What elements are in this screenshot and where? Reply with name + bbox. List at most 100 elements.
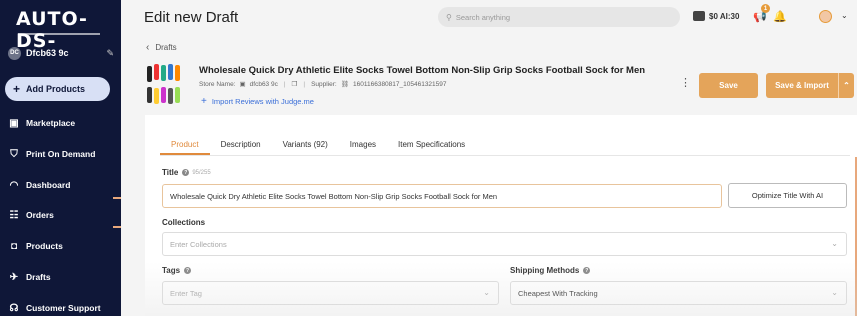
optimize-title-button[interactable]: Optimize Title With AI xyxy=(728,183,847,208)
product-tabs: Product Description Variants (92) Images… xyxy=(160,133,476,155)
sock-image xyxy=(154,64,159,80)
sock-image xyxy=(154,88,159,104)
tab-product[interactable]: Product xyxy=(160,133,210,155)
headset-icon: ☊ xyxy=(9,302,19,314)
wallet-icon xyxy=(693,11,705,21)
sidebar-item-label: Products xyxy=(26,241,63,251)
sock-image xyxy=(147,87,152,103)
info-icon[interactable]: ? xyxy=(182,169,190,176)
chevron-down-icon: ⌄ xyxy=(831,239,838,248)
tab-variants[interactable]: Variants (92) xyxy=(272,133,339,155)
tags-label: Tags ? xyxy=(162,266,192,275)
save-button[interactable]: Save xyxy=(699,73,758,98)
supplier-label: Supplier: xyxy=(311,80,337,88)
orders-icon: ☷ xyxy=(9,209,19,221)
tags-select[interactable]: Enter Tag ⌄ xyxy=(162,281,499,305)
sidebar-item-dashboard[interactable]: ◠ Dashboard xyxy=(8,176,118,194)
search-placeholder: Search anything xyxy=(455,12,511,22)
supplier-id[interactable]: 1601166380817_105461321597 xyxy=(353,81,447,88)
store-icon: ▣ xyxy=(9,117,19,129)
tab-images[interactable]: Images xyxy=(339,133,387,155)
product-thumbnail[interactable] xyxy=(143,63,185,107)
sock-image xyxy=(147,66,152,82)
sidebar-item-products[interactable]: ◘ Products xyxy=(8,237,118,255)
page-title: Edit new Draft xyxy=(144,9,239,26)
shipping-value: Cheapest With Tracking xyxy=(518,288,598,298)
chevron-down-icon[interactable]: ⌄ xyxy=(841,11,848,20)
title-input[interactable]: Wholesale Quick Dry Athletic Elite Socks… xyxy=(162,184,722,208)
breadcrumb-drafts[interactable]: Drafts xyxy=(155,43,176,52)
sidebar-item-drafts[interactable]: ✈ Drafts xyxy=(8,268,118,286)
import-reviews-link[interactable]: + Import Reviews with Judge.me xyxy=(201,96,314,107)
gauge-icon: ◠ xyxy=(9,179,19,191)
store-icon: ▣ xyxy=(239,81,246,88)
plus-icon: + xyxy=(13,82,21,96)
collections-label-text: Collections xyxy=(162,218,206,227)
chevron-up-icon[interactable]: ⌃ xyxy=(839,81,854,90)
sidebar-item-label: Customer Support xyxy=(26,303,101,313)
more-options-icon[interactable]: ⋮ xyxy=(680,76,691,89)
collections-placeholder: Enter Collections xyxy=(170,239,227,249)
add-products-button[interactable]: + Add Products xyxy=(5,77,110,101)
sidebar: AUTO-DS- DC Dfcb63 9c ✎ + Add Products ▣… xyxy=(0,0,121,316)
copy-icon[interactable]: ❐ xyxy=(292,80,298,88)
sidebar-item-print-on-demand[interactable]: ⛉ Print On Demand xyxy=(8,145,118,163)
collections-select[interactable]: Enter Collections ⌄ xyxy=(162,232,847,256)
separator: | xyxy=(303,80,306,88)
chevron-left-icon[interactable]: ‹ xyxy=(146,42,149,53)
credits-display[interactable]: $0 AI:30 xyxy=(693,11,739,21)
store-name-value: dfcb63 9c xyxy=(249,80,278,88)
store-name: Dfcb63 9c xyxy=(26,48,69,58)
sock-image xyxy=(175,65,180,81)
tab-item-specifications[interactable]: Item Specifications xyxy=(387,133,476,155)
breadcrumb[interactable]: ‹ Drafts xyxy=(146,42,177,53)
avatar[interactable] xyxy=(819,10,832,23)
info-icon[interactable]: ? xyxy=(184,267,192,274)
title-label: Title ? 95/255 xyxy=(162,168,211,177)
sidebar-item-marketplace[interactable]: ▣ Marketplace xyxy=(8,114,118,132)
sidebar-item-label: Print On Demand xyxy=(26,149,96,159)
store-avatar: DC xyxy=(8,46,21,60)
shipping-label-text: Shipping Methods xyxy=(510,266,580,275)
notification-badge: 1 xyxy=(761,4,770,13)
sidebar-item-label: Marketplace xyxy=(26,118,76,128)
collections-label: Collections xyxy=(162,218,205,227)
link-icon: ⛓ xyxy=(340,81,349,88)
nav-scroll-marker xyxy=(113,226,121,228)
tab-description[interactable]: Description xyxy=(210,133,272,155)
shirt-icon: ⛉ xyxy=(10,148,18,160)
store-selector[interactable]: DC Dfcb63 9c ✎ xyxy=(8,44,114,62)
sock-image xyxy=(161,87,166,103)
title-char-count: 95/255 xyxy=(192,169,211,176)
save-import-button[interactable]: Save & Import ⌃ xyxy=(766,73,854,98)
import-reviews-label: Import Reviews with Judge.me xyxy=(211,97,314,106)
credits-text: $0 AI:30 xyxy=(709,11,740,21)
sock-image xyxy=(161,65,166,81)
sidebar-item-label: Dashboard xyxy=(26,180,71,190)
drafts-icon: ✈ xyxy=(9,271,19,283)
logo-underline xyxy=(18,33,100,35)
search-input[interactable]: ⚲ Search anything xyxy=(438,7,680,27)
product-meta: Store Name: ▣ dfcb63 9c | ❐ | Supplier: … xyxy=(199,80,447,89)
box-icon: ◘ xyxy=(10,240,18,252)
sock-image xyxy=(168,88,173,104)
save-import-label: Save & Import xyxy=(775,81,829,90)
plus-icon: + xyxy=(201,96,207,107)
title-input-value: Wholesale Quick Dry Athletic Elite Socks… xyxy=(170,191,498,201)
sidebar-item-label: Orders xyxy=(26,210,54,220)
add-products-label: Add Products xyxy=(26,84,86,94)
tabs-divider xyxy=(160,155,850,156)
sidebar-item-orders[interactable]: ☷ Orders xyxy=(8,206,118,224)
nav-scroll-marker xyxy=(113,197,121,199)
shipping-methods-select[interactable]: Cheapest With Tracking ⌄ xyxy=(510,281,847,305)
search-icon: ⚲ xyxy=(446,12,452,22)
sidebar-item-customer-support[interactable]: ☊ Customer Support xyxy=(8,299,118,316)
sidebar-item-label: Drafts xyxy=(26,272,51,282)
shipping-methods-label: Shipping Methods ? xyxy=(510,266,591,275)
store-name-label: Store Name: xyxy=(199,80,236,88)
title-label-text: Title xyxy=(162,168,179,177)
info-icon[interactable]: ? xyxy=(583,267,591,274)
tags-placeholder: Enter Tag xyxy=(170,288,202,298)
bell-icon[interactable]: 🔔 xyxy=(773,10,787,23)
pencil-icon[interactable]: ✎ xyxy=(106,48,114,59)
